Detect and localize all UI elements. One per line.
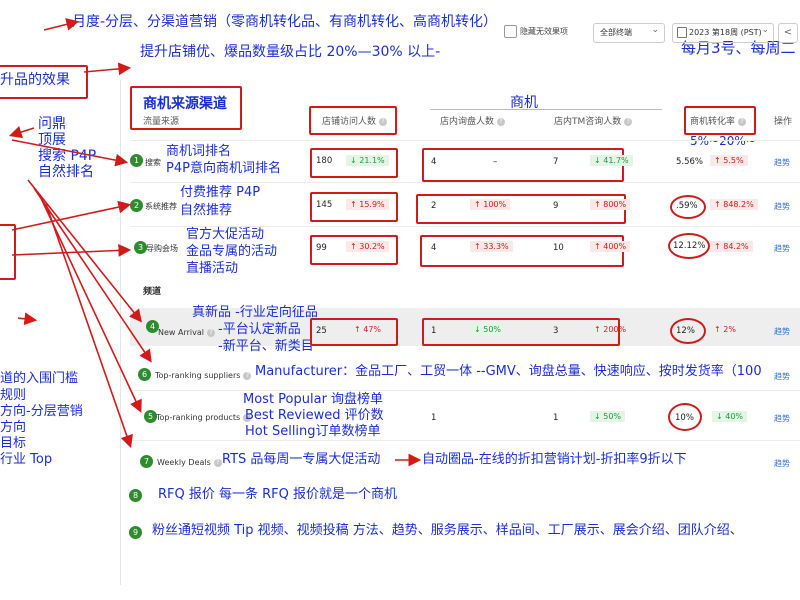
annotation-arrows xyxy=(8,18,422,467)
